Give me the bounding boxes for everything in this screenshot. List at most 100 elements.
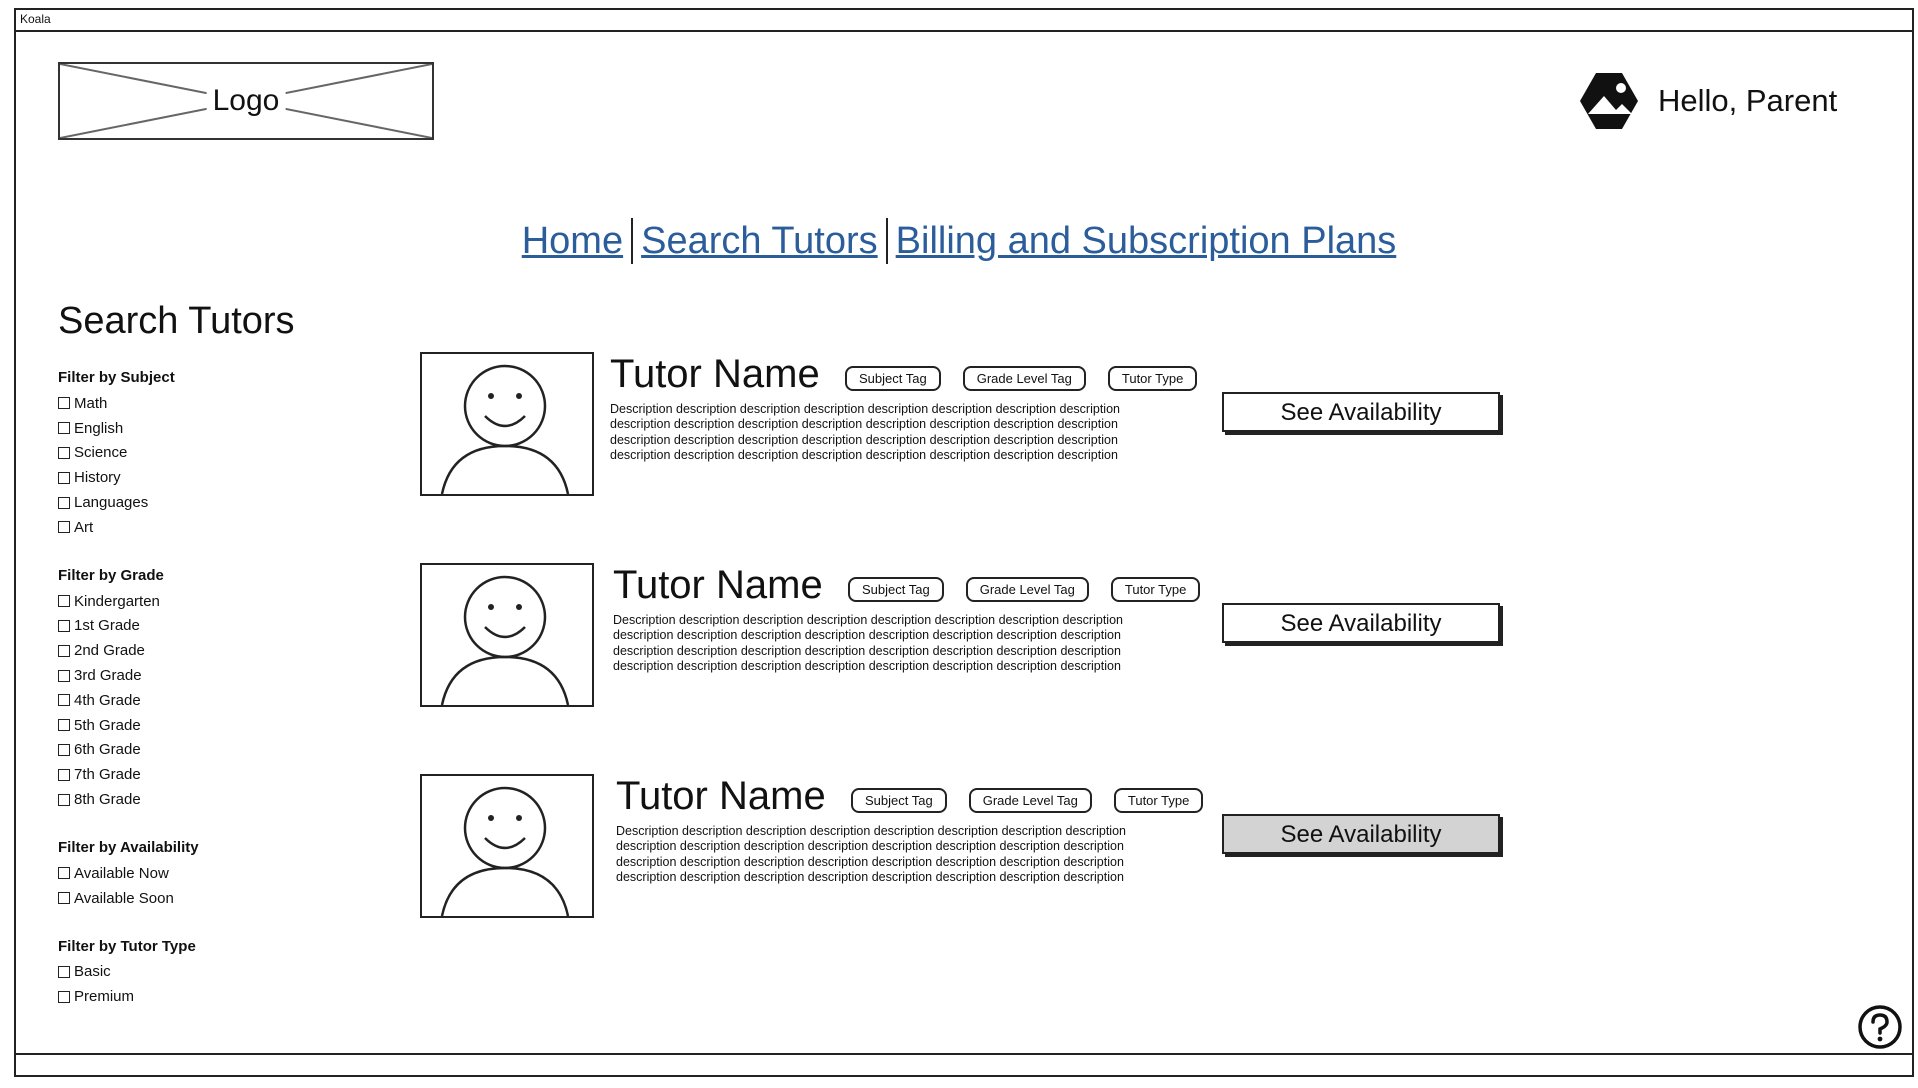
option-label: Science — [74, 444, 128, 462]
page-title: Search Tutors — [58, 300, 295, 342]
logo[interactable]: Logo — [58, 62, 434, 140]
nav-divider — [885, 218, 888, 264]
filter-option-available-now[interactable]: Available Now — [58, 861, 358, 886]
nav-billing[interactable]: Billing and Subscription Plans — [896, 220, 1397, 263]
grade-level-tag[interactable]: Grade Level Tag — [965, 577, 1089, 602]
filter-panel: Filter by Subject Math English Science H… — [58, 365, 358, 1032]
subject-tag[interactable]: Subject Tag — [851, 788, 947, 813]
checkbox[interactable] — [58, 768, 70, 781]
checkbox[interactable] — [58, 793, 70, 806]
filter-option-6th-grade[interactable]: 6th Grade — [58, 738, 358, 763]
filter-grade: Filter by Grade Kindergarten 1st Grade 2… — [58, 563, 358, 812]
filter-option-kindergarten[interactable]: Kindergarten — [58, 589, 358, 614]
status-bar — [14, 1053, 1914, 1077]
tutor-card: Tutor Name Subject Tag Grade Level Tag T… — [420, 563, 1520, 708]
tutor-type-tag[interactable]: Tutor Type — [1113, 788, 1204, 813]
checkbox[interactable] — [58, 521, 70, 534]
tutor-name: Tutor Name — [616, 774, 826, 818]
filter-option-7th-grade[interactable]: 7th Grade — [58, 762, 358, 787]
see-availability-button[interactable]: See Availability — [1222, 603, 1500, 643]
tutor-description: Description description description desc… — [613, 613, 1123, 673]
checkbox[interactable] — [58, 471, 70, 484]
person-icon — [440, 575, 570, 706]
option-label: Math — [74, 394, 108, 412]
filter-option-art[interactable]: Art — [58, 515, 358, 540]
filter-tutor-type: Filter by Tutor Type Basic Premium — [58, 934, 358, 1010]
checkbox[interactable] — [58, 619, 70, 632]
filter-availability: Filter by Availability Available Now Ava… — [58, 835, 358, 911]
option-label: 6th Grade — [74, 741, 141, 759]
tutor-tags: Subject Tag Grade Level Tag Tutor Type — [848, 577, 1201, 602]
checkbox[interactable] — [58, 496, 70, 509]
filter-option-history[interactable]: History — [58, 465, 358, 490]
filter-subject-title: Filter by Subject — [58, 369, 175, 386]
checkbox[interactable] — [58, 595, 70, 608]
window-title: Koala — [14, 8, 1914, 32]
filter-option-1st-grade[interactable]: 1st Grade — [58, 614, 358, 639]
tutor-card: Tutor Name Subject Tag Grade Level Tag T… — [420, 774, 1520, 919]
checkbox[interactable] — [58, 644, 70, 657]
subject-tag[interactable]: Subject Tag — [848, 577, 944, 602]
subject-tag[interactable]: Subject Tag — [845, 366, 941, 391]
filter-option-4th-grade[interactable]: 4th Grade — [58, 688, 358, 713]
filter-option-basic[interactable]: Basic — [58, 960, 358, 985]
help-icon[interactable] — [1858, 1005, 1902, 1049]
logo-label: Logo — [206, 82, 286, 120]
avatar-icon — [1580, 73, 1638, 129]
filter-subject: Filter by Subject Math English Science H… — [58, 365, 358, 540]
option-label: Kindergarten — [74, 592, 160, 610]
user-greeting: Hello, Parent — [1658, 83, 1838, 118]
option-label: 8th Grade — [74, 791, 141, 809]
tutor-avatar — [420, 352, 594, 496]
see-availability-button[interactable]: See Availability — [1222, 814, 1500, 854]
grade-level-tag[interactable]: Grade Level Tag — [968, 788, 1092, 813]
checkbox[interactable] — [58, 892, 70, 905]
option-label: Basic — [74, 963, 111, 981]
checkbox[interactable] — [58, 694, 70, 707]
filter-option-3rd-grade[interactable]: 3rd Grade — [58, 663, 358, 688]
filter-option-available-soon[interactable]: Available Soon — [58, 886, 358, 911]
tutor-name: Tutor Name — [610, 352, 820, 396]
option-label: 2nd Grade — [74, 642, 145, 660]
option-label: 3rd Grade — [74, 667, 142, 685]
tutor-type-tag[interactable]: Tutor Type — [1110, 577, 1201, 602]
filter-option-science[interactable]: Science — [58, 441, 358, 466]
filter-availability-title: Filter by Availability — [58, 838, 199, 856]
nav-home[interactable]: Home — [522, 220, 623, 263]
filter-option-5th-grade[interactable]: 5th Grade — [58, 713, 358, 738]
tutor-tags: Subject Tag Grade Level Tag Tutor Type — [845, 366, 1198, 391]
checkbox[interactable] — [58, 422, 70, 435]
option-label: 7th Grade — [74, 766, 141, 784]
checkbox[interactable] — [58, 446, 70, 459]
option-label: 5th Grade — [74, 716, 141, 734]
nav-search-tutors[interactable]: Search Tutors — [641, 220, 878, 263]
tutor-avatar — [420, 774, 594, 918]
filter-option-english[interactable]: English — [58, 416, 358, 441]
filter-grade-title: Filter by Grade — [58, 566, 164, 584]
option-label: English — [74, 419, 124, 437]
filter-option-math[interactable]: Math — [58, 391, 358, 416]
option-label: History — [74, 469, 121, 487]
option-label: 1st Grade — [74, 617, 140, 635]
checkbox[interactable] — [58, 990, 70, 1003]
grade-level-tag[interactable]: Grade Level Tag — [962, 366, 1086, 391]
filter-option-2nd-grade[interactable]: 2nd Grade — [58, 638, 358, 663]
option-label: 4th Grade — [74, 691, 141, 709]
filter-option-8th-grade[interactable]: 8th Grade — [58, 787, 358, 812]
see-availability-button[interactable]: See Availability — [1222, 392, 1500, 432]
option-label: Premium — [74, 988, 135, 1006]
tutor-type-tag[interactable]: Tutor Type — [1107, 366, 1198, 391]
filter-tutor-type-title: Filter by Tutor Type — [58, 937, 196, 955]
checkbox[interactable] — [58, 867, 70, 880]
filter-option-premium[interactable]: Premium — [58, 984, 358, 1009]
checkbox[interactable] — [58, 719, 70, 732]
main-nav: Home Search Tutors Billing and Subscript… — [0, 218, 1918, 264]
tutor-name: Tutor Name — [613, 563, 823, 607]
checkbox[interactable] — [58, 743, 70, 756]
checkbox[interactable] — [58, 669, 70, 682]
user-menu[interactable]: Hello, Parent — [1578, 70, 1837, 132]
option-label: Available Now — [74, 864, 169, 882]
filter-option-languages[interactable]: Languages — [58, 490, 358, 515]
checkbox[interactable] — [58, 965, 70, 978]
checkbox[interactable] — [58, 397, 70, 410]
